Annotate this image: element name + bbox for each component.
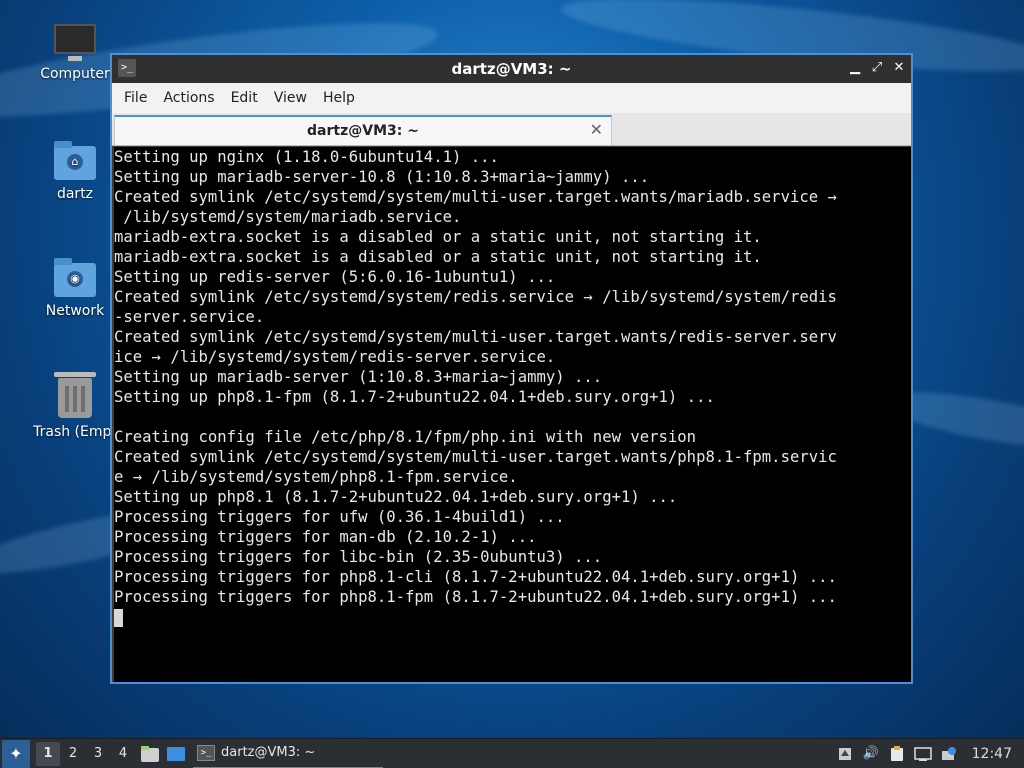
desktop-icon-computer[interactable]: Computer xyxy=(27,24,123,82)
tab-terminal[interactable]: dartz@VM3: ~ ✕ xyxy=(114,115,612,145)
close-button[interactable]: ✕ xyxy=(891,59,907,77)
terminal-line: Processing triggers for php8.1-cli (8.1.… xyxy=(114,568,837,586)
workspace-4[interactable]: 4 xyxy=(111,742,135,766)
terminal-line: Setting up php8.1-fpm (8.1.7-2+ubuntu22.… xyxy=(114,388,715,406)
menu-view[interactable]: View xyxy=(266,90,315,106)
trash-icon xyxy=(54,372,96,418)
terminal-line: e → /lib/systemd/system/php8.1-fpm.servi… xyxy=(114,468,518,486)
terminal-line: Setting up mariadb-server-10.8 (1:10.8.3… xyxy=(114,168,650,186)
taskbar-item-terminal[interactable]: >_ dartz@VM3: ~ xyxy=(193,739,383,768)
network-icon[interactable] xyxy=(913,745,932,763)
tab-bar: dartz@VM3: ~ ✕ xyxy=(112,113,911,146)
workspace-2[interactable]: 2 xyxy=(61,742,85,766)
taskbar: ✦ 1 2 3 4 >_ dartz@VM3: ~ 🔊 12:47 xyxy=(0,738,1024,768)
desktop-icon-label: Computer xyxy=(40,66,110,82)
file-manager-icon[interactable] xyxy=(139,743,161,765)
terminal-line: Created symlink /etc/systemd/system/redi… xyxy=(114,288,837,306)
desktop-icon-label: dartz xyxy=(56,186,94,202)
taskbar-item-label: dartz@VM3: ~ xyxy=(221,745,316,760)
desktop-icon-network[interactable]: ◉ Network xyxy=(27,258,123,319)
terminal-line: Processing triggers for man-db (2.10.2-1… xyxy=(114,528,537,546)
update-notifier-icon[interactable] xyxy=(940,745,958,763)
tab-close-icon[interactable]: ✕ xyxy=(590,120,603,139)
clock[interactable]: 12:47 xyxy=(972,745,1012,763)
terminal-line: Setting up nginx (1.18.0-6ubuntu14.1) ..… xyxy=(114,148,499,166)
menu-help[interactable]: Help xyxy=(315,90,363,106)
terminal-line: -server.service. xyxy=(114,308,265,326)
network-folder-icon: ◉ xyxy=(54,258,96,297)
terminal-line: Creating config file /etc/php/8.1/fpm/ph… xyxy=(114,428,697,446)
start-menu-button[interactable]: ✦ xyxy=(2,739,30,768)
window-titlebar[interactable]: >_ dartz@VM3: ~ ▁ ⤢ ✕ xyxy=(112,55,911,83)
menu-edit[interactable]: Edit xyxy=(223,90,266,106)
terminal-cursor-line xyxy=(114,607,911,627)
home-folder-icon: ⌂ xyxy=(54,141,96,180)
tray-up-arrow-icon[interactable] xyxy=(836,745,854,763)
window-title: dartz@VM3: ~ xyxy=(451,60,572,78)
menu-bar: File Actions Edit View Help xyxy=(112,83,911,113)
terminal-line: Processing triggers for libc-bin (2.35-0… xyxy=(114,548,603,566)
terminal-line: Processing triggers for ufw (0.36.1-4bui… xyxy=(114,508,565,526)
terminal-line: /lib/systemd/system/mariadb.service. xyxy=(114,208,462,226)
desktop-icon-label: Network xyxy=(45,303,105,319)
terminal-line: Created symlink /etc/systemd/system/mult… xyxy=(114,448,837,466)
terminal-window: >_ dartz@VM3: ~ ▁ ⤢ ✕ File Actions Edit … xyxy=(110,53,913,684)
terminal-line: Setting up php8.1 (8.1.7-2+ubuntu22.04.1… xyxy=(114,488,678,506)
terminal-line: ice → /lib/systemd/system/redis-server.s… xyxy=(114,348,556,366)
desktop-icon-label: Trash (Empt xyxy=(33,424,117,440)
terminal-line: mariadb-extra.socket is a disabled or a … xyxy=(114,248,762,266)
terminal-line: Setting up redis-server (5:6.0.16-1ubunt… xyxy=(114,268,556,286)
terminal-line: Created symlink /etc/systemd/system/mult… xyxy=(114,188,837,206)
minimize-button[interactable]: ▁ xyxy=(847,59,863,77)
tab-label: dartz@VM3: ~ xyxy=(307,123,419,139)
terminal-line: Processing triggers for php8.1-fpm (8.1.… xyxy=(114,588,837,606)
volume-icon[interactable]: 🔊 xyxy=(862,745,880,763)
terminal-line: mariadb-extra.socket is a disabled or a … xyxy=(114,228,762,246)
workspace-1[interactable]: 1 xyxy=(36,741,60,766)
terminal-task-icon: >_ xyxy=(197,744,215,761)
menu-actions[interactable]: Actions xyxy=(155,90,222,106)
terminal-line: Setting up mariadb-server (1:10.8.3+mari… xyxy=(114,368,603,386)
clipboard-icon[interactable] xyxy=(888,745,906,763)
terminal-cursor xyxy=(114,609,123,627)
workspace-3[interactable]: 3 xyxy=(86,742,110,766)
computer-icon xyxy=(54,24,96,61)
desktop-icon-home[interactable]: ⌂ dartz xyxy=(27,141,123,202)
maximize-button[interactable]: ⤢ xyxy=(869,59,885,77)
menu-file[interactable]: File xyxy=(116,90,155,106)
terminal-output[interactable]: Setting up nginx (1.18.0-6ubuntu14.1) ..… xyxy=(114,147,911,682)
terminal-line: Created symlink /etc/systemd/system/mult… xyxy=(114,328,837,346)
desktop-icon-trash[interactable]: Trash (Empt xyxy=(27,372,123,440)
show-desktop-icon[interactable] xyxy=(165,743,187,765)
